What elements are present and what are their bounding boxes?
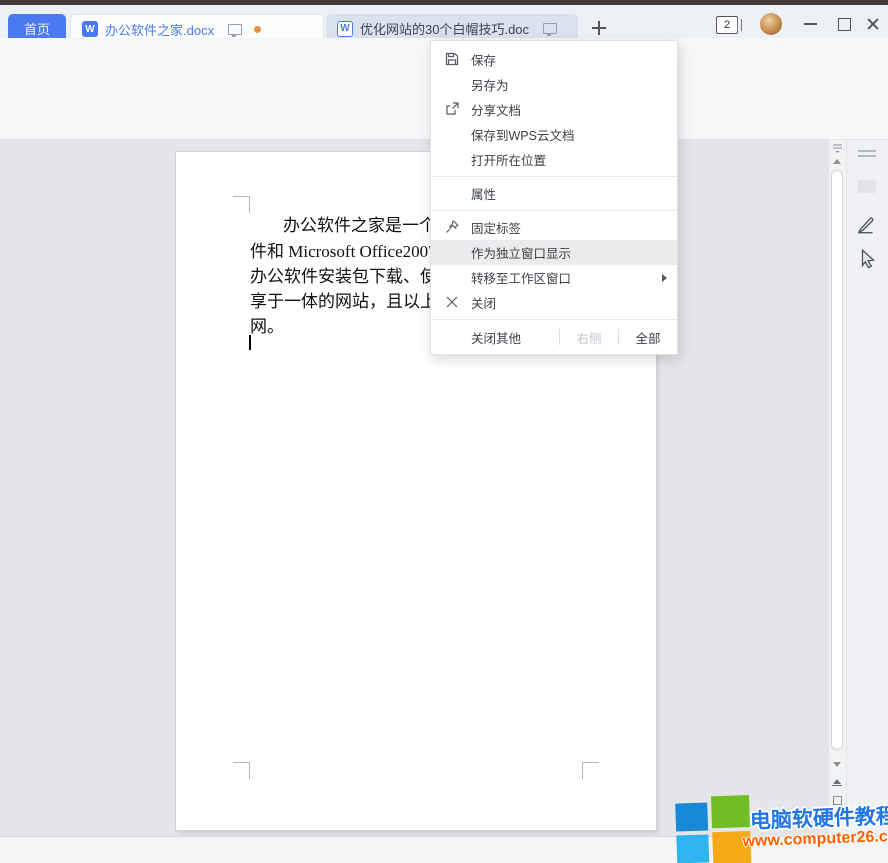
menu-item-share-document[interactable]: 分享文档 xyxy=(431,97,677,122)
menu-item-label: 关闭其他 xyxy=(471,328,521,347)
menu-item-label: 右侧 xyxy=(576,328,601,347)
menu-item-label: 另存为 xyxy=(471,75,509,94)
maximize-button[interactable] xyxy=(838,18,851,31)
tab-title: 优化网站的30个白帽技巧.doc xyxy=(360,19,529,38)
select-cursor-icon[interactable] xyxy=(858,248,878,270)
menu-item-close-right: 右侧 xyxy=(560,328,618,347)
menu-item-label: 保存到WPS云文档 xyxy=(471,125,574,144)
menu-divider xyxy=(431,319,677,320)
home-button-label: 首页 xyxy=(24,19,50,38)
menu-footer: 关闭其他 右侧 全部 xyxy=(431,324,677,350)
menu-item-save-as[interactable]: 另存为 xyxy=(431,72,677,97)
menu-item-close-all[interactable]: 全部 xyxy=(619,328,677,347)
doc-text-line[interactable]: 办公软件安装包下载、使用 xyxy=(250,262,454,287)
panel-placeholder-icon xyxy=(858,180,876,193)
wps-writer-doc-icon: W xyxy=(337,21,353,37)
menu-divider xyxy=(431,176,677,177)
share-icon xyxy=(444,101,460,117)
menu-divider xyxy=(431,210,677,211)
menu-item-label: 分享文档 xyxy=(471,100,521,119)
scroll-up-icon[interactable] xyxy=(833,159,841,164)
menu-item-label: 全部 xyxy=(635,328,660,347)
monitor-icon xyxy=(543,23,557,34)
menu-item-label: 打开所在位置 xyxy=(471,150,546,169)
margin-mark-top-left xyxy=(233,196,250,213)
window-count: 2 xyxy=(724,19,730,31)
menu-item-label: 作为独立窗口显示 xyxy=(471,243,571,262)
new-tab-button[interactable] xyxy=(590,19,608,37)
doc-text-line[interactable]: 件和 Microsoft Office2007 xyxy=(250,237,437,262)
pin-icon xyxy=(444,219,460,235)
save-icon xyxy=(444,51,460,67)
tab-context-menu: 保存 另存为 分享文档 保存到WPS云文档 打开所在位置 属性 固定标签 xyxy=(430,40,678,355)
menu-item-label: 转移至工作区窗口 xyxy=(471,268,571,287)
menu-item-open-location[interactable]: 打开所在位置 xyxy=(431,147,677,172)
menu-item-close[interactable]: 关闭 xyxy=(431,290,677,315)
monitor-icon xyxy=(228,24,242,35)
menu-item-close-others[interactable]: 关闭其他 xyxy=(431,328,559,347)
menu-item-label: 固定标签 xyxy=(471,218,521,237)
close-button[interactable] xyxy=(866,17,880,31)
doc-text-line[interactable]: 办公软件之家是一个 xyxy=(283,211,436,236)
menu-item-show-as-window[interactable]: 作为独立窗口显示 xyxy=(431,240,677,265)
ruler-toggle-icon[interactable] xyxy=(832,144,843,154)
menu-item-label: 关闭 xyxy=(471,293,496,312)
text-cursor xyxy=(249,335,251,350)
right-side-toolbar xyxy=(846,140,888,836)
menu-item-label: 属性 xyxy=(471,184,496,203)
scroll-down-icon[interactable] xyxy=(833,762,841,767)
site-watermark: 电脑软硬件教程网 www.computer26.com xyxy=(667,782,888,863)
menu-item-move-to-workspace[interactable]: 转移至工作区窗口 xyxy=(431,265,677,290)
margin-mark-bottom-left xyxy=(233,762,250,779)
menu-item-save-to-cloud[interactable]: 保存到WPS云文档 xyxy=(431,122,677,147)
menu-item-properties[interactable]: 属性 xyxy=(431,181,677,206)
margin-mark-bottom-right xyxy=(582,762,599,779)
menu-item-label: 保存 xyxy=(471,50,496,69)
doc-text-line[interactable]: 网。 xyxy=(250,312,284,337)
doc-text-line[interactable]: 享于一体的网站，且以上 xyxy=(250,287,437,312)
ruler-lines-icon[interactable] xyxy=(858,150,876,152)
tab-title: 办公软件之家.docx xyxy=(105,20,214,39)
tab-bar: 首页 W 办公软件之家.docx W 优化网站的30个白帽技巧.doc 2 xyxy=(0,5,888,38)
menu-item-pin-tab[interactable]: 固定标签 xyxy=(431,215,677,240)
windows-flag-icon xyxy=(675,795,753,863)
minimize-button[interactable] xyxy=(804,23,817,25)
user-avatar[interactable] xyxy=(760,13,782,35)
wps-writer-window: 首页 W 办公软件之家.docx W 优化网站的30个白帽技巧.doc 2 文件 xyxy=(0,0,888,863)
unsaved-dot-icon xyxy=(254,26,261,33)
close-x-icon xyxy=(444,294,460,310)
wps-writer-doc-icon: W xyxy=(82,21,98,37)
submenu-arrow-icon xyxy=(662,274,667,282)
menu-item-save[interactable]: 保存 xyxy=(431,47,677,72)
window-stack-badge[interactable]: 2 xyxy=(716,16,738,34)
ink-pen-icon[interactable] xyxy=(856,214,878,236)
scrollbar-thumb[interactable] xyxy=(831,170,843,750)
